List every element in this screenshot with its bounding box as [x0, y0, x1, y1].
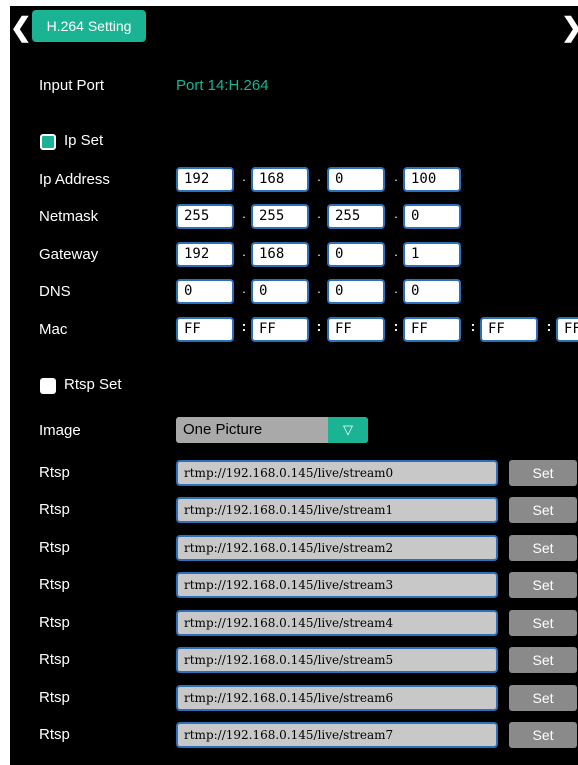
ip-octet-4[interactable]: 100	[403, 167, 461, 192]
dns-octet-3[interactable]: 0	[327, 279, 385, 304]
image-select-value: One Picture	[183, 421, 263, 438]
rtsp-set-button-3[interactable]: Set	[509, 572, 577, 598]
gateway-octet-3[interactable]: 0	[327, 242, 385, 267]
rtsp-set-button-6[interactable]: Set	[509, 685, 577, 711]
octet-separator: ·	[316, 247, 322, 262]
netmask-octet-2[interactable]: 255	[251, 204, 309, 229]
mac-part-6[interactable]: FF	[556, 317, 578, 342]
mac-part-1[interactable]: FF	[176, 317, 234, 342]
rtsp-url-5[interactable]: rtmp://192.168.0.145/live/stream5	[176, 647, 498, 673]
title-button[interactable]: H.264 Setting	[32, 10, 146, 42]
octet-separator: ·	[393, 247, 399, 262]
rtsp-label: Rtsp	[39, 689, 70, 706]
chevron-left-icon[interactable]: ❮	[10, 14, 32, 40]
rtsp-label: Rtsp	[39, 576, 70, 593]
input-port-value: Port 14:H.264	[176, 77, 269, 94]
netmask-octet-3[interactable]: 255	[327, 204, 385, 229]
rtsp-set-button-7[interactable]: Set	[509, 722, 577, 748]
dns-octet-4[interactable]: 0	[403, 279, 461, 304]
rtsp-set-button-4[interactable]: Set	[509, 610, 577, 636]
netmask-octet-1[interactable]: 255	[176, 204, 234, 229]
octet-separator: ·	[393, 172, 399, 187]
rtsp-url-2[interactable]: rtmp://192.168.0.145/live/stream2	[176, 535, 498, 561]
mac-separator: :	[241, 318, 247, 334]
triangle-down-icon[interactable]: ▽	[328, 417, 368, 443]
rtsp-set-button-1[interactable]: Set	[509, 497, 577, 523]
rtsp-url-6[interactable]: rtmp://192.168.0.145/live/stream6	[176, 685, 498, 711]
rtsp-url-7[interactable]: rtmp://192.168.0.145/live/stream7	[176, 722, 498, 748]
rtsp-set-checkbox[interactable]	[40, 378, 56, 394]
rtsp-url-0[interactable]: rtmp://192.168.0.145/live/stream0	[176, 460, 498, 486]
rtsp-set-label: Rtsp Set	[64, 376, 122, 393]
gateway-octet-4[interactable]: 1	[403, 242, 461, 267]
mac-separator: :	[546, 318, 552, 334]
gateway-octet-2[interactable]: 168	[251, 242, 309, 267]
octet-separator: ·	[241, 247, 247, 262]
mac-separator: :	[393, 318, 399, 334]
chevron-right-icon[interactable]: ❯	[561, 14, 578, 40]
mac-part-5[interactable]: FF	[480, 317, 538, 342]
rtsp-label: Rtsp	[39, 539, 70, 556]
mac-part-3[interactable]: FF	[327, 317, 385, 342]
rtsp-set-button-5[interactable]: Set	[509, 647, 577, 673]
dns-octet-2[interactable]: 0	[251, 279, 309, 304]
ip-set-checkbox[interactable]	[40, 134, 56, 150]
rtsp-url-1[interactable]: rtmp://192.168.0.145/live/stream1	[176, 497, 498, 523]
netmask-label: Netmask	[39, 208, 99, 225]
mac-part-2[interactable]: FF	[251, 317, 309, 342]
dns-octet-1[interactable]: 0	[176, 279, 234, 304]
rtsp-label: Rtsp	[39, 501, 70, 518]
input-port-label: Input Port	[39, 77, 105, 94]
ip-octet-1[interactable]: 192	[176, 167, 234, 192]
mac-separator: :	[470, 318, 476, 334]
rtsp-url-3[interactable]: rtmp://192.168.0.145/live/stream3	[176, 572, 498, 598]
rtsp-label: Rtsp	[39, 464, 70, 481]
image-label: Image	[39, 422, 81, 439]
octet-separator: ·	[241, 172, 247, 187]
rtsp-url-4[interactable]: rtmp://192.168.0.145/live/stream4	[176, 610, 498, 636]
octet-separator: ·	[316, 284, 322, 299]
gateway-label: Gateway	[39, 246, 99, 263]
gateway-octet-1[interactable]: 192	[176, 242, 234, 267]
octet-separator: ·	[393, 209, 399, 224]
rtsp-label: Rtsp	[39, 726, 70, 743]
rtsp-set-button-2[interactable]: Set	[509, 535, 577, 561]
rtsp-set-button-0[interactable]: Set	[509, 460, 577, 486]
octet-separator: ·	[393, 284, 399, 299]
octet-separator: ·	[316, 172, 322, 187]
dns-label: DNS	[39, 283, 71, 300]
mac-part-4[interactable]: FF	[403, 317, 461, 342]
h264-setting-panel: ❮ H.264 Setting ❯ Input Port Port 14:H.2…	[10, 6, 578, 765]
netmask-octet-4[interactable]: 0	[403, 204, 461, 229]
rtsp-label: Rtsp	[39, 614, 70, 631]
mac-separator: :	[316, 318, 322, 334]
image-select[interactable]: One Picture ▽	[176, 417, 368, 443]
octet-separator: ·	[316, 209, 322, 224]
ip-octet-3[interactable]: 0	[327, 167, 385, 192]
octet-separator: ·	[241, 209, 247, 224]
ip-address-label: Ip Address	[39, 171, 110, 188]
rtsp-label: Rtsp	[39, 651, 70, 668]
mac-label: Mac	[39, 321, 68, 338]
ip-set-label: Ip Set	[64, 132, 104, 149]
octet-separator: ·	[241, 284, 247, 299]
ip-octet-2[interactable]: 168	[251, 167, 309, 192]
